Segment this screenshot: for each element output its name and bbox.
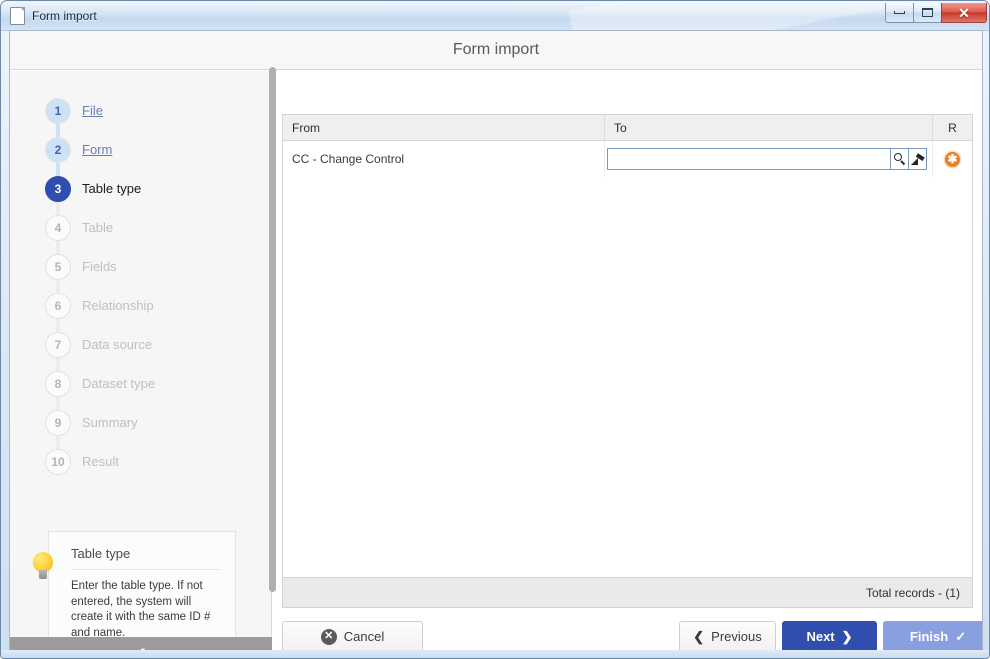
- sidebar-scrollbar[interactable]: [269, 67, 276, 592]
- wizard-step-table: 4 Table: [10, 200, 271, 247]
- next-button[interactable]: Next ❯: [782, 621, 877, 652]
- wizard-step-result: 10 Result: [10, 434, 271, 481]
- lookup-search-button[interactable]: [890, 148, 909, 170]
- help-panel: Table type Enter the table type. If not …: [33, 531, 236, 637]
- cell-to: [605, 141, 933, 177]
- maximize-button[interactable]: [913, 3, 942, 23]
- total-records-label: Total records - (1): [865, 585, 960, 600]
- check-icon: ✓: [955, 628, 967, 644]
- wizard-step-relationship: 6 Relationship: [10, 278, 271, 325]
- wizard-step-table-type[interactable]: 3 Table type: [10, 161, 271, 208]
- step-number-badge: 5: [45, 253, 71, 280]
- step-number-badge: 7: [45, 331, 71, 358]
- step-number-badge: 4: [45, 214, 71, 241]
- brush-icon: [910, 152, 925, 166]
- step-label: Form: [82, 142, 113, 157]
- maximize-icon: [922, 8, 933, 17]
- wizard-step-form[interactable]: 2 Form: [10, 122, 271, 169]
- required-asterisk-icon: ✱: [945, 151, 960, 167]
- wizard-step-list: 1 File 2 Form 3 Table type 4 Table 5 Fields 6 Relat…: [10, 71, 271, 481]
- step-number-badge: 9: [45, 409, 71, 436]
- previous-button[interactable]: ❮ Previous: [679, 621, 776, 652]
- step-number-badge: 2: [45, 136, 71, 163]
- lightbulb-icon: [31, 552, 55, 582]
- previous-button-label: Previous: [711, 629, 762, 644]
- finish-button-label: Finish: [909, 629, 949, 644]
- page-header: Form import: [10, 31, 982, 70]
- content-panel: From To R CC - Change Control ✱ Total re…: [273, 71, 982, 652]
- cancel-button-label: Cancel: [343, 629, 385, 644]
- help-title: Table type: [71, 546, 221, 570]
- close-icon: ✕: [958, 4, 970, 21]
- chevron-left-icon: ❮: [693, 628, 705, 644]
- wizard-step-summary: 9 Summary: [10, 395, 271, 442]
- cancel-x-icon: ✕: [320, 628, 337, 645]
- finish-button[interactable]: Finish ✓: [883, 621, 982, 652]
- table-row[interactable]: CC - Change Control ✱: [283, 141, 972, 177]
- clear-field-button[interactable]: [908, 148, 927, 170]
- step-label: Relationship: [82, 298, 154, 313]
- next-button-label: Next: [806, 629, 835, 644]
- close-button[interactable]: ✕: [941, 3, 987, 23]
- wizard-sidebar: 1 File 2 Form 3 Table type 4 Table 5 Fields 6 Relat…: [10, 71, 272, 637]
- wizard-step-file[interactable]: 1 File: [10, 91, 271, 130]
- step-label: Summary: [82, 415, 138, 430]
- window-title: Form import: [32, 9, 97, 23]
- window-bottom-frame: [1, 650, 989, 658]
- step-number-badge: 3: [45, 175, 71, 202]
- lightbulb-glass: [33, 552, 53, 572]
- grid-footer: Total records - (1): [283, 577, 972, 607]
- step-label: Dataset type: [82, 376, 155, 391]
- cancel-button[interactable]: ✕ Cancel: [282, 621, 423, 652]
- step-label: Table type: [82, 181, 142, 196]
- step-number-badge: 6: [45, 292, 71, 319]
- lookup-field-group: [607, 148, 927, 170]
- minimize-button[interactable]: [885, 3, 914, 23]
- document-icon: [10, 7, 25, 25]
- step-number-badge: 8: [45, 370, 71, 397]
- client-area: Form import 1 File 2 Form 3 Table type 4 Table 5…: [9, 30, 983, 652]
- column-header-from[interactable]: From: [283, 115, 605, 140]
- cell-from: CC - Change Control: [283, 141, 605, 177]
- wizard-step-data-source: 7 Data source: [10, 317, 271, 364]
- lightbulb-base: [39, 570, 47, 579]
- window-title-group: Form import: [10, 7, 97, 25]
- window-controls: ✕: [885, 3, 987, 23]
- step-label: Result: [82, 454, 119, 469]
- chevron-right-icon: ❯: [841, 628, 853, 644]
- wizard-step-dataset-type: 8 Dataset type: [10, 356, 271, 403]
- step-number-badge: 1: [45, 97, 71, 124]
- cell-required: ✱: [933, 141, 972, 177]
- column-header-to[interactable]: To: [605, 115, 933, 140]
- step-label: Fields: [82, 259, 117, 274]
- magnifier-icon: [893, 152, 906, 166]
- grid-header-row: From To R: [283, 115, 972, 141]
- step-label: File: [82, 103, 103, 118]
- minimize-icon: [894, 11, 905, 14]
- step-label: Data source: [82, 337, 153, 352]
- page-title: Form import: [452, 41, 540, 58]
- application-window: Form import ✕ Form import 1 File 2 Form 3 Tab…: [0, 0, 990, 659]
- action-bar: ✕ Cancel ❮ Previous Next ❯ Finish ✓: [273, 621, 982, 652]
- step-number-badge: 10: [45, 448, 71, 475]
- window-titlebar: Form import ✕: [1, 1, 989, 31]
- help-body: Enter the table type. If not entered, th…: [71, 580, 211, 637]
- step-label: Table: [82, 220, 114, 235]
- wizard-step-fields: 5 Fields: [10, 239, 271, 286]
- column-header-r[interactable]: R: [933, 115, 972, 140]
- mapping-grid: From To R CC - Change Control ✱ Total re…: [282, 114, 973, 608]
- table-type-input[interactable]: [607, 148, 891, 170]
